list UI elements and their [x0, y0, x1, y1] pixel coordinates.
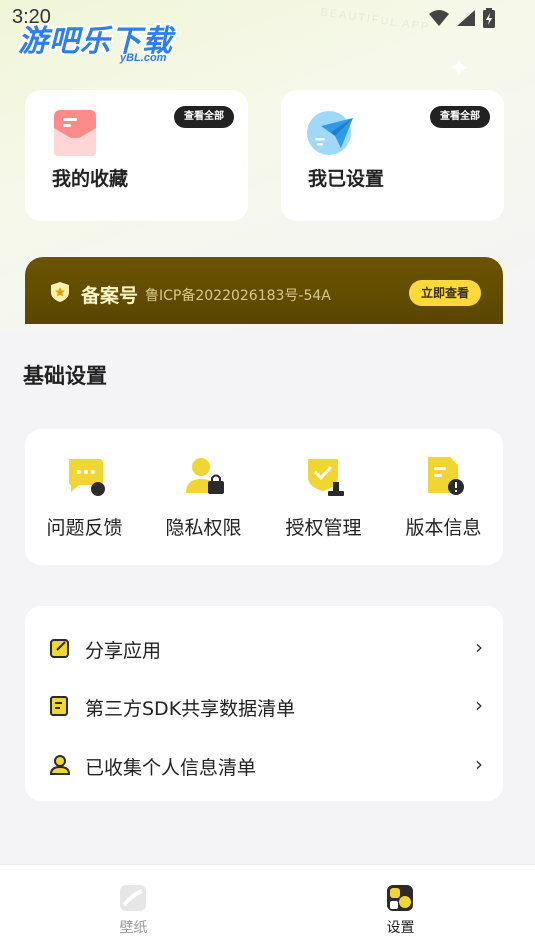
paper-plane-icon — [307, 111, 353, 155]
feedback-label: 问题反馈 — [46, 517, 123, 539]
battery-icon — [483, 8, 495, 28]
personal-info-icon — [49, 755, 71, 775]
sparkle-icon: ✦ — [448, 54, 470, 84]
status-icons — [429, 8, 495, 28]
favorites-view-all-button[interactable]: 查看全部 — [174, 106, 234, 128]
privacy-item[interactable]: 隐私权限 — [144, 429, 263, 565]
favorites-title: 我的收藏 — [52, 168, 129, 190]
version-info-icon — [428, 457, 464, 495]
bottom-tab-bar: 壁纸 设置 — [0, 864, 535, 951]
icp-view-button[interactable]: 立即查看 — [408, 280, 481, 306]
personal-info-row[interactable]: 已收集个人信息清单 › — [25, 736, 503, 794]
privacy-label: 隐私权限 — [165, 517, 242, 539]
feedback-icon — [69, 459, 105, 496]
signal-icon — [457, 10, 475, 26]
share-app-row[interactable]: 分享应用 › — [25, 619, 503, 677]
site-watermark-sub: yBL.com — [120, 52, 167, 64]
icp-title: 备案号 — [81, 285, 139, 307]
sdk-list-icon — [50, 696, 68, 716]
my-settings-card[interactable]: 查看全部 我已设置 — [281, 90, 504, 221]
sdk-list-label: 第三方SDK共享数据清单 — [85, 698, 296, 720]
version-info-label: 版本信息 — [405, 517, 482, 539]
icp-number: 鲁ICP备2022026183号-54A — [145, 288, 331, 304]
tab-wallpaper-label: 壁纸 — [119, 920, 148, 936]
sdk-list-row[interactable]: 第三方SDK共享数据清单 › — [25, 677, 503, 735]
favorites-card[interactable]: 查看全部 我的收藏 — [25, 90, 248, 221]
basic-settings-grid: 问题反馈 隐私权限 授权管理 版本信息 — [25, 429, 503, 565]
personal-info-label: 已收集个人信息清单 — [85, 757, 257, 779]
tab-wallpaper[interactable]: 壁纸 — [0, 865, 267, 951]
authorization-icon — [308, 459, 344, 496]
version-info-item[interactable]: 版本信息 — [384, 429, 503, 565]
share-icon — [50, 639, 69, 658]
chevron-right-icon: › — [475, 693, 483, 717]
privacy-icon — [186, 458, 224, 494]
share-app-label: 分享应用 — [85, 640, 162, 662]
wallpaper-icon — [120, 885, 146, 911]
settings-view-all-button[interactable]: 查看全部 — [430, 106, 490, 128]
authorization-label: 授权管理 — [285, 517, 362, 539]
favorites-folder-icon — [54, 110, 96, 156]
settings-tab-icon — [387, 885, 413, 911]
tab-settings[interactable]: 设置 — [267, 865, 534, 951]
my-settings-title: 我已设置 — [308, 168, 385, 190]
chevron-right-icon: › — [475, 752, 483, 776]
chevron-right-icon: › — [475, 635, 483, 659]
authorization-item[interactable]: 授权管理 — [264, 429, 383, 565]
basic-settings-title: 基础设置 — [23, 364, 107, 388]
settings-list: 分享应用 › 第三方SDK共享数据清单 › 已收集个人信息清单 › — [25, 606, 503, 801]
shield-star-icon — [51, 282, 69, 302]
icp-banner: 备案号 鲁ICP备2022026183号-54A 立即查看 — [25, 257, 503, 324]
tab-settings-label: 设置 — [386, 920, 415, 936]
wifi-icon — [429, 10, 449, 26]
feedback-item[interactable]: 问题反馈 — [25, 429, 144, 565]
